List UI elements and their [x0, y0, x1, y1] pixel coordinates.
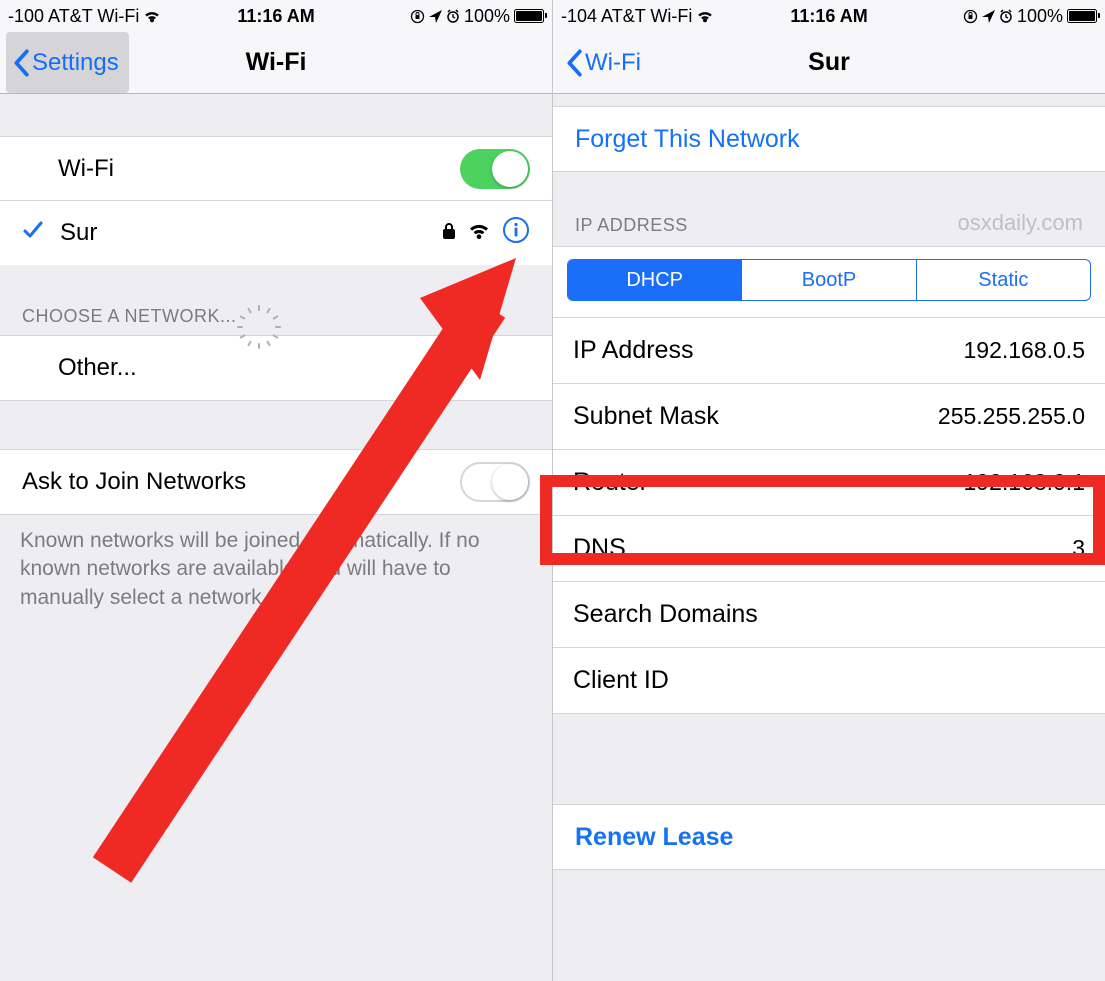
carrier-name: AT&T Wi-Fi [48, 6, 139, 27]
wifi-toggle[interactable] [460, 149, 530, 189]
phone-screen-wifi-list: -100 AT&T Wi-Fi 11:16 AM 100% Settings W… [0, 0, 552, 981]
wifi-toggle-row: Wi-Fi [0, 137, 552, 201]
router-label: Router [573, 468, 963, 497]
renew-lease-label: Renew Lease [575, 823, 1083, 852]
signal-strength: -100 [8, 6, 44, 27]
dns-label: DNS [573, 534, 1072, 563]
connected-network-name: Sur [60, 219, 442, 247]
subnet-mask-row: Subnet Mask 255.255.255.0 [553, 384, 1105, 450]
battery-icon [1067, 9, 1097, 23]
battery-percent: 100% [1017, 6, 1063, 27]
battery-percent: 100% [464, 6, 510, 27]
search-domains-row[interactable]: Search Domains [553, 582, 1105, 648]
battery-icon [514, 9, 544, 23]
ip-address-value: 192.168.0.5 [963, 337, 1085, 364]
other-network-row[interactable]: Other... [0, 336, 552, 400]
checkmark-icon [22, 219, 48, 248]
status-bar: -100 AT&T Wi-Fi 11:16 AM 100% [0, 0, 552, 32]
ip-address-row: IP Address 192.168.0.5 [553, 318, 1105, 384]
watermark-text: osxdaily.com [957, 210, 1083, 236]
ip-address-label: IP Address [573, 336, 963, 365]
segment-static[interactable]: Static [917, 260, 1090, 300]
connected-network-row[interactable]: Sur [0, 201, 552, 265]
carrier-name: AT&T Wi-Fi [601, 6, 692, 27]
phone-screen-network-detail: -104 AT&T Wi-Fi 11:16 AM 100% Wi-Fi Sur … [553, 0, 1105, 981]
segment-bootp[interactable]: BootP [742, 260, 916, 300]
wifi-row-label: Wi-Fi [58, 155, 460, 183]
status-bar: -104 AT&T Wi-Fi 11:16 AM 100% [553, 0, 1105, 32]
router-row: Router 192.168.0.1 [553, 450, 1105, 516]
ask-to-join-footer: Known networks will be joined automatica… [0, 515, 552, 624]
back-button[interactable]: Settings [6, 32, 129, 93]
wifi-icon [696, 9, 714, 23]
client-id-label: Client ID [573, 666, 1085, 695]
forget-network-button[interactable]: Forget This Network [553, 107, 1105, 171]
back-button[interactable]: Wi-Fi [559, 32, 651, 93]
router-value: 192.168.0.1 [963, 469, 1085, 496]
signal-strength: -104 [561, 6, 597, 27]
ip-address-header-row: IP ADDRESS osxdaily.com [553, 206, 1105, 246]
spinner-icon [247, 305, 269, 327]
segment-dhcp[interactable]: DHCP [568, 260, 742, 300]
forget-network-label: Forget This Network [575, 125, 1083, 154]
ip-mode-segmented-control: DHCP BootP Static [567, 259, 1091, 301]
back-label: Wi-Fi [585, 49, 641, 77]
lock-rotation-icon [410, 9, 425, 24]
choose-network-header: CHOOSE A NETWORK... [0, 295, 552, 335]
lock-rotation-icon [963, 9, 978, 24]
alarm-icon [999, 9, 1013, 23]
client-id-row[interactable]: Client ID [553, 648, 1105, 714]
dns-row[interactable]: DNS 3 [553, 516, 1105, 582]
lock-icon [442, 219, 456, 247]
status-time: 11:16 AM [740, 6, 919, 27]
other-label: Other... [58, 354, 530, 382]
subnet-mask-value: 255.255.255.0 [938, 403, 1085, 430]
wifi-icon [468, 219, 490, 247]
renew-lease-button[interactable]: Renew Lease [553, 805, 1105, 869]
ask-to-join-row: Ask to Join Networks [0, 450, 552, 514]
nav-bar: Wi-Fi Sur [553, 32, 1105, 94]
status-time: 11:16 AM [187, 6, 366, 27]
nav-bar: Settings Wi-Fi [0, 32, 552, 94]
ip-address-section-header: IP ADDRESS [575, 215, 688, 236]
info-icon[interactable] [502, 216, 530, 251]
subnet-mask-label: Subnet Mask [573, 402, 938, 431]
ask-to-join-toggle[interactable] [460, 462, 530, 502]
back-label: Settings [32, 49, 119, 77]
alarm-icon [446, 9, 460, 23]
wifi-icon [143, 9, 161, 23]
location-icon [982, 10, 995, 23]
search-domains-label: Search Domains [573, 600, 1085, 629]
location-icon [429, 10, 442, 23]
dns-value: 3 [1072, 535, 1085, 562]
ask-to-join-label: Ask to Join Networks [22, 468, 460, 496]
